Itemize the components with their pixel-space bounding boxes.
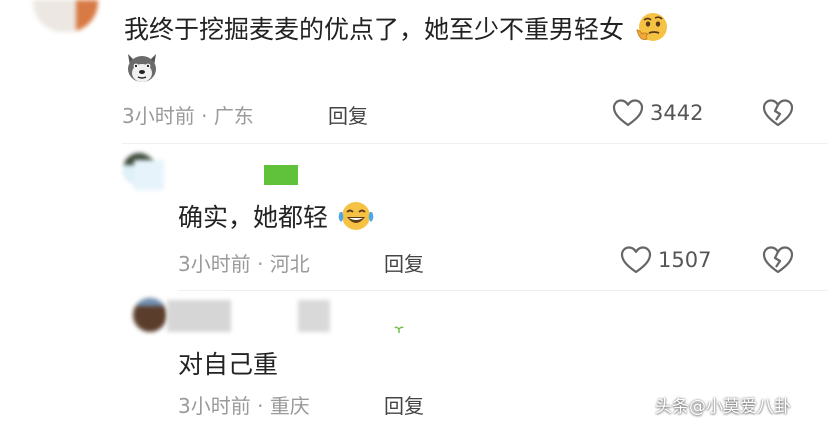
broken-heart-icon[interactable] [762, 245, 794, 275]
reply-button[interactable]: 回复 [384, 390, 424, 419]
divider [178, 290, 828, 291]
comment-meta: 3小时前 · 河北 [178, 248, 310, 277]
meta-separator: · [201, 104, 208, 128]
meta-separator: · [257, 394, 264, 418]
watermark-text: 头条@小莫爱八卦 [655, 397, 791, 417]
like-count: 3442 [650, 101, 704, 125]
comment-time: 3小时前 [178, 394, 251, 418]
divider [122, 143, 828, 144]
username-redacted [134, 160, 164, 190]
avatar[interactable] [133, 298, 167, 332]
like-button[interactable]: 3442 [612, 98, 703, 128]
username-redacted [167, 300, 231, 332]
comment-text: 对自己重 [178, 350, 279, 379]
comment-meta: 3小时前 · 广东 [122, 100, 254, 129]
like-button[interactable]: 1507 [620, 245, 711, 275]
dog-face-emoji [128, 54, 156, 82]
avatar[interactable] [33, 0, 98, 32]
thinking-face-emoji [636, 13, 667, 41]
comment-text-line-1: 我终于挖掘麦麦的优点了，她至少不重男轻女 [124, 15, 625, 44]
comment-location: 重庆 [269, 394, 310, 418]
broken-heart-icon[interactable] [762, 98, 794, 128]
toutiao-logo-icon [629, 394, 649, 415]
comment-meta: 3小时前 · 重庆 [178, 390, 310, 419]
watermark: 头条@小莫爱八卦 [628, 392, 791, 417]
comment-text-line-1: 确实，她都轻 [178, 203, 329, 232]
comment-time: 3小时前 [178, 252, 251, 276]
reply-button[interactable]: 回复 [328, 100, 368, 129]
reply-button[interactable]: 回复 [384, 248, 424, 277]
comment-location: 广东 [213, 104, 254, 128]
laughing-tears-emoji [338, 202, 374, 230]
user-badge [264, 165, 298, 185]
meta-separator: · [257, 252, 264, 276]
sprout-icon [394, 326, 404, 333]
heart-icon [620, 246, 652, 274]
username-redacted [298, 300, 330, 332]
comment-location: 河北 [269, 252, 310, 276]
comment-text: 我终于挖掘麦麦的优点了，她至少不重男轻女 [124, 10, 670, 46]
comment-time: 3小时前 [122, 104, 195, 128]
like-count: 1507 [658, 248, 712, 272]
comment-text: 确实，她都轻 [178, 198, 375, 234]
heart-icon [612, 99, 644, 127]
